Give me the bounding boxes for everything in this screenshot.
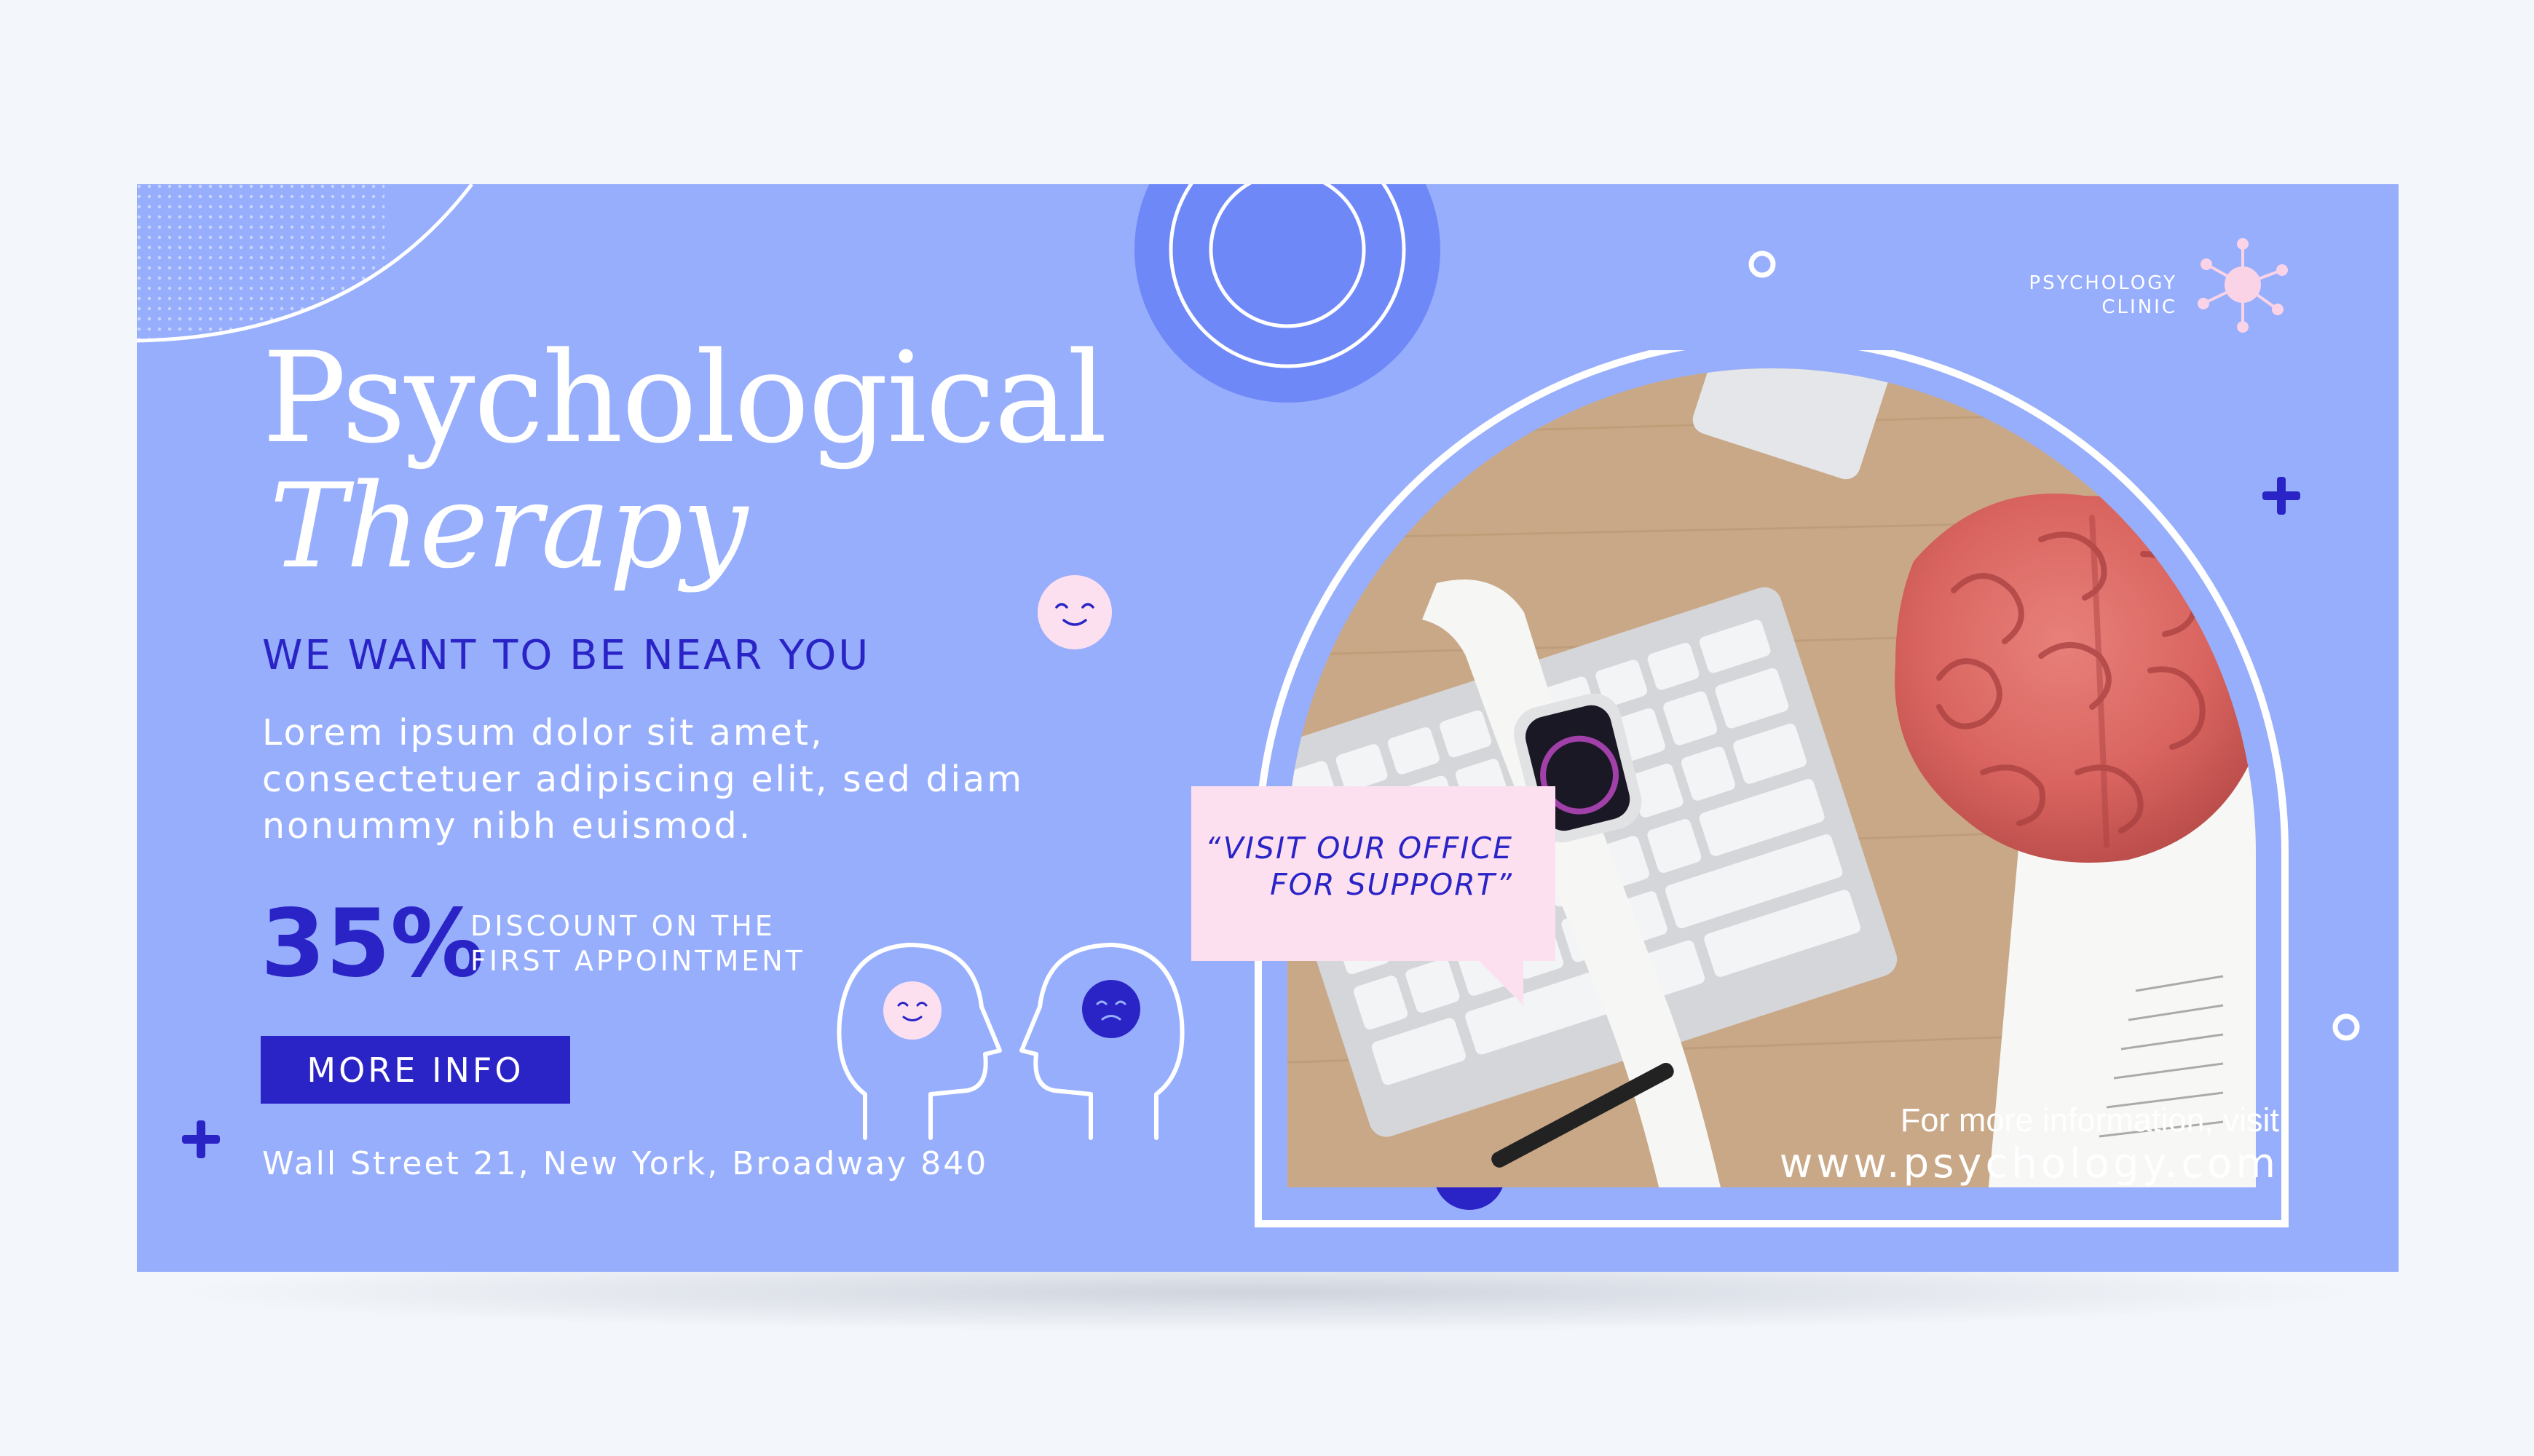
quote-line-1: “VISIT OUR OFFICE — [1205, 831, 1513, 866]
discount-line-1: DISCOUNT ON THE — [470, 910, 775, 942]
smiley-face-icon — [1038, 575, 1112, 649]
info-text: For more information, visit — [1900, 1101, 2279, 1139]
body-text: Lorem ipsum dolor sit amet, consectetuer… — [262, 712, 1024, 847]
banner: PSYCHOLOGY CLINIC Psychological Therapy … — [137, 184, 2399, 1272]
discount-value: 35% — [261, 890, 484, 998]
logo-line-1: PSYCHOLOGY — [2029, 272, 2177, 294]
quote-bubble: “VISIT OUR OFFICE FOR SUPPORT” — [1191, 786, 1555, 961]
title-line-1: Psychological — [262, 325, 1108, 471]
ring-icon — [1748, 250, 1776, 278]
more-info-button[interactable]: MORE INFO — [261, 1036, 570, 1104]
quote-text: “VISIT OUR OFFICE FOR SUPPORT” — [1205, 830, 1513, 903]
logo-line-2: CLINIC — [2101, 296, 2177, 318]
ring-icon — [2332, 1013, 2360, 1041]
clinic-logo-text: PSYCHOLOGY CLINIC — [2029, 272, 2177, 320]
discount-text: DISCOUNT ON THE FIRST APPOINTMENT — [470, 909, 805, 978]
address: Wall Street 21, New York, Broadway 840 — [262, 1145, 989, 1182]
tagline: WE WANT TO BE NEAR YOU — [262, 632, 871, 679]
title-line-2: Therapy — [269, 458, 748, 594]
plus-icon — [182, 1120, 220, 1158]
two-heads-icon — [837, 943, 1185, 1140]
quote-line-2: FOR SUPPORT” — [1270, 867, 1513, 902]
molecule-logo-icon — [2198, 238, 2288, 333]
website-link[interactable]: www.psychology.com — [1780, 1140, 2279, 1187]
discount-line-2: FIRST APPOINTMENT — [470, 945, 805, 977]
quote-bubble-tail — [1478, 960, 1523, 1005]
